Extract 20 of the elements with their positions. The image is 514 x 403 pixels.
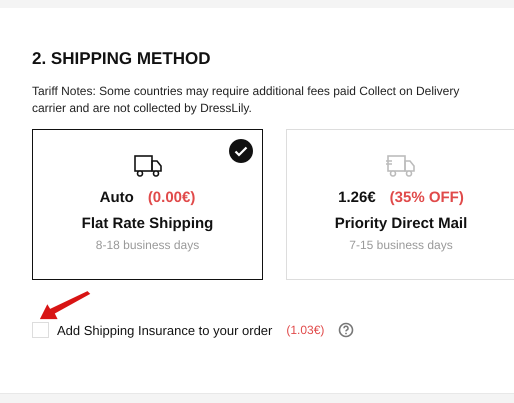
insurance-price: (1.03€)	[286, 323, 324, 337]
shipping-option-card[interactable]: 1.26€ (35% OFF) Priority Direct Mail 7-15 business days	[286, 129, 514, 280]
insurance-checkbox[interactable]	[32, 322, 49, 338]
shipping-price: Auto	[100, 188, 134, 208]
section-title: 2. SHIPPING METHOD	[32, 48, 212, 70]
truck-icon	[132, 154, 162, 178]
delivery-time: 7-15 business days	[349, 238, 453, 252]
shipping-price: 1.26€	[338, 188, 376, 208]
truck-icon	[386, 154, 416, 178]
check-badge-icon	[229, 139, 253, 163]
tariff-note: carrier and are not collected by DressLily.	[32, 100, 253, 117]
shipping-method-name: Priority Direct Mail	[334, 214, 468, 234]
delivery-time: 8-18 business days	[96, 238, 200, 252]
insurance-label: Add Shipping Insurance to your order	[57, 322, 272, 338]
shipping-option-card[interactable]: Auto (0.00€) Flat Rate Shipping 8-18 business days	[32, 129, 263, 280]
tariff-note: Tariff Notes: Some countries may require additional fees paid Collect on Delivery	[32, 83, 460, 100]
shipping-method-name: Flat Rate Shipping	[82, 214, 214, 234]
discount-text: (0.00€)	[148, 188, 196, 208]
discount-text: (35% OFF)	[390, 188, 464, 208]
help-icon[interactable]	[338, 322, 354, 338]
